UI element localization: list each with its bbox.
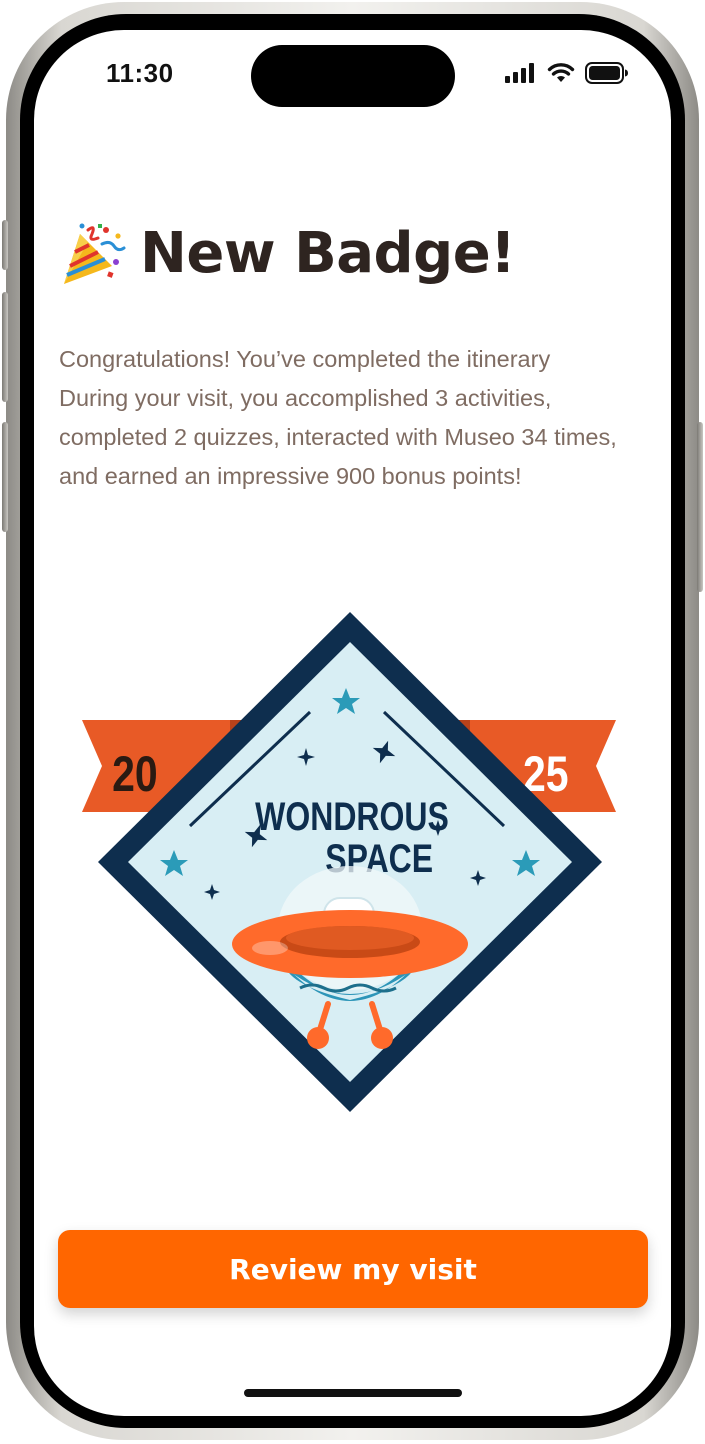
congratulations-message: Congratulations! You’ve completed the it… <box>59 346 617 489</box>
wondrous-space-badge: 20 25 WONDROUS SPACE <box>82 612 616 1112</box>
power-button <box>697 422 703 592</box>
page-title: New Badge! <box>140 221 516 286</box>
screen: 11:30 New Badge! Congratulations! You’ve… <box>34 30 671 1416</box>
volume-down-button <box>2 422 8 532</box>
wifi-icon <box>547 63 575 82</box>
status-bar: 11:30 <box>34 30 671 130</box>
review-visit-button[interactable]: Review my visit <box>58 1230 648 1308</box>
cellular-signal-icon <box>505 63 534 83</box>
volume-up-button <box>2 292 8 402</box>
badge-title-line1: WONDROUS <box>255 794 449 839</box>
party-popper-icon <box>64 223 126 284</box>
dynamic-island <box>251 45 455 107</box>
battery-icon <box>585 62 628 84</box>
status-time: 11:30 <box>106 58 174 88</box>
action-button <box>2 220 8 270</box>
title-row: New Badge! <box>58 220 516 288</box>
badge-year-left: 20 <box>112 746 158 802</box>
status-icons <box>505 62 629 84</box>
home-indicator[interactable] <box>244 1389 462 1397</box>
